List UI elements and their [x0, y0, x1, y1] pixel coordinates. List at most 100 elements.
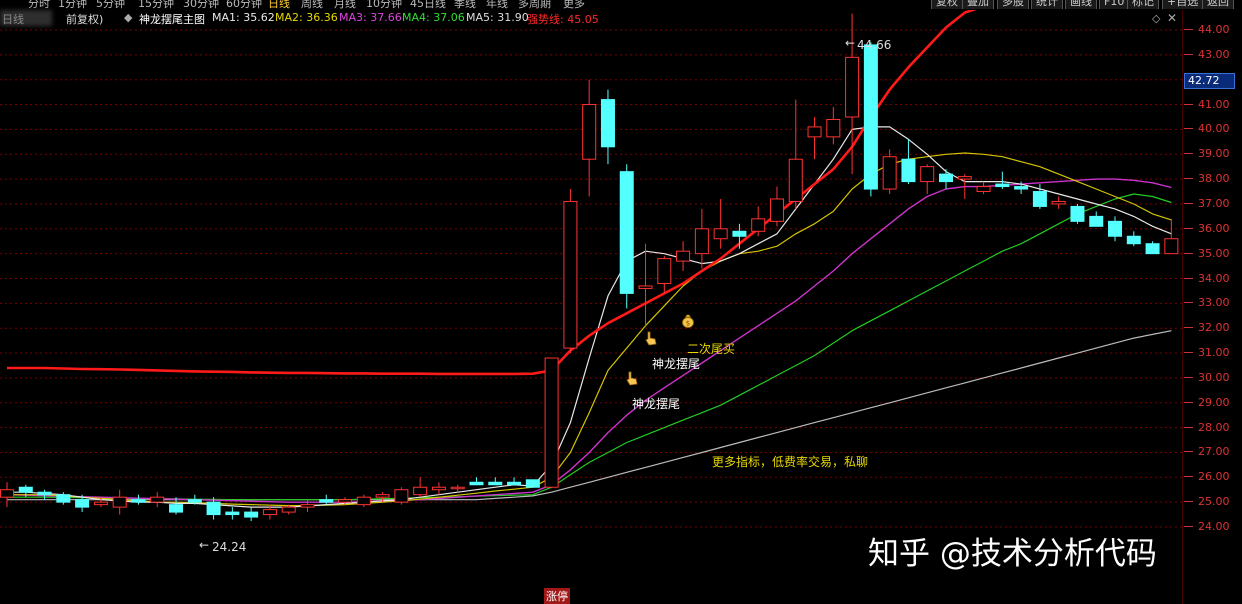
candle	[544, 357, 559, 488]
candle	[1126, 231, 1141, 247]
period-fenshi[interactable]: 分时	[28, 0, 50, 9]
period-weekly[interactable]: 周线	[301, 0, 323, 9]
candle	[431, 482, 446, 495]
candle	[1089, 211, 1104, 227]
period-15min[interactable]: 15分钟	[138, 0, 174, 9]
high-price-label: 44.66	[857, 38, 892, 52]
current-price-label: 42.72	[1184, 73, 1235, 89]
candle	[1145, 241, 1160, 255]
candle-body	[0, 489, 14, 498]
price-tick: 39.00	[1184, 147, 1230, 161]
candle	[751, 206, 766, 237]
candle-body	[788, 158, 803, 202]
candle	[694, 208, 709, 269]
overlay-button[interactable]: 叠加	[962, 0, 994, 9]
candle-body	[1070, 205, 1085, 222]
candle-body	[262, 509, 277, 516]
add-watchlist-button[interactable]: +自选	[1162, 0, 1204, 9]
candlestick-chart[interactable]	[0, 10, 1182, 604]
shenlong-label-2: 神龙摆尾	[632, 397, 681, 411]
candle-body	[694, 228, 709, 255]
candle-body	[75, 499, 90, 508]
ma4-line	[7, 193, 1172, 501]
candle-body	[976, 186, 991, 193]
candle	[1164, 218, 1179, 255]
period-more[interactable]: 更多	[563, 0, 585, 9]
fuquan-button[interactable]: 复权	[931, 0, 963, 9]
more-indicators-label: 更多指标，低费率交易，私聊	[712, 455, 869, 469]
shenlong-label-1: 神龙摆尾	[652, 357, 701, 371]
candle	[488, 477, 503, 486]
candle-body	[169, 504, 184, 513]
price-tick: 37.00	[1184, 196, 1230, 210]
price-tick: 34.00	[1184, 271, 1230, 285]
candle-body	[863, 44, 878, 190]
candle-body	[600, 99, 615, 148]
stats-button[interactable]: 统计	[1031, 0, 1063, 9]
limit-up-label: 涨停	[544, 588, 570, 604]
back-button[interactable]: 返回	[1202, 0, 1234, 9]
candle-body	[732, 230, 747, 237]
multi-stock-button[interactable]: 多股	[997, 0, 1029, 9]
svg-text:$: $	[686, 320, 690, 328]
candle-body	[676, 250, 691, 262]
price-tick: 40.00	[1184, 122, 1230, 136]
period-60min[interactable]: 60分钟	[226, 0, 262, 9]
candle-body	[563, 200, 578, 349]
price-tick: 25.00	[1184, 495, 1230, 509]
f10-button[interactable]: F10	[1099, 0, 1130, 9]
candle	[976, 181, 991, 195]
period-daily[interactable]: 日线	[268, 0, 290, 9]
candle	[619, 164, 634, 309]
candle	[0, 482, 14, 508]
period-30min[interactable]: 30分钟	[183, 0, 219, 9]
candle	[244, 507, 259, 522]
candle	[507, 477, 522, 486]
candle	[1108, 216, 1123, 242]
candle-body	[1032, 191, 1047, 207]
period-yearly[interactable]: 年线	[486, 0, 508, 9]
candle-body	[1051, 200, 1066, 205]
candle-body	[244, 511, 259, 518]
price-tick: 44.00	[1184, 23, 1230, 36]
candle-body	[112, 496, 127, 508]
candle	[150, 492, 165, 508]
candle-body	[507, 481, 522, 486]
candle-body	[319, 499, 334, 503]
candle	[657, 256, 672, 294]
candle-body	[582, 104, 597, 160]
candle	[563, 189, 578, 354]
candle-body	[356, 496, 371, 506]
period-toolbar: 分时 1分钟 5分钟 15分钟 30分钟 60分钟 日线 周线 月线 10分钟 …	[0, 0, 1242, 9]
candle	[582, 79, 597, 197]
candle-body	[37, 491, 52, 496]
candle-body	[525, 479, 540, 488]
high-arrow-icon: ←	[845, 36, 856, 50]
candle	[939, 169, 953, 190]
candle	[676, 241, 691, 272]
candle-body	[488, 481, 503, 486]
candle-body	[394, 489, 409, 503]
period-10min[interactable]: 10分钟	[366, 0, 402, 9]
price-tick: 31.00	[1184, 346, 1230, 360]
candle	[713, 198, 728, 249]
price-axis: 44.0043.0042.0041.0040.0039.0038.0037.00…	[1182, 10, 1242, 604]
candle	[863, 42, 878, 197]
candle-body	[939, 173, 953, 183]
period-quarterly[interactable]: 季线	[454, 0, 476, 9]
period-45day[interactable]: 45日线	[410, 0, 446, 9]
candle-body	[375, 494, 390, 498]
period-1min[interactable]: 1分钟	[58, 0, 87, 9]
candle-body	[901, 158, 916, 183]
price-tick: 33.00	[1184, 296, 1230, 310]
candle	[469, 477, 484, 486]
period-5min[interactable]: 5分钟	[96, 0, 125, 9]
candle	[37, 489, 52, 500]
candle-body	[300, 504, 315, 508]
mark-button[interactable]: 标记	[1127, 0, 1159, 9]
draw-line-button[interactable]: 画线	[1065, 0, 1097, 9]
price-tick: 35.00	[1184, 246, 1230, 260]
period-monthly[interactable]: 月线	[334, 0, 356, 9]
period-multi[interactable]: 多周期	[518, 0, 551, 9]
candle-body	[882, 156, 897, 190]
